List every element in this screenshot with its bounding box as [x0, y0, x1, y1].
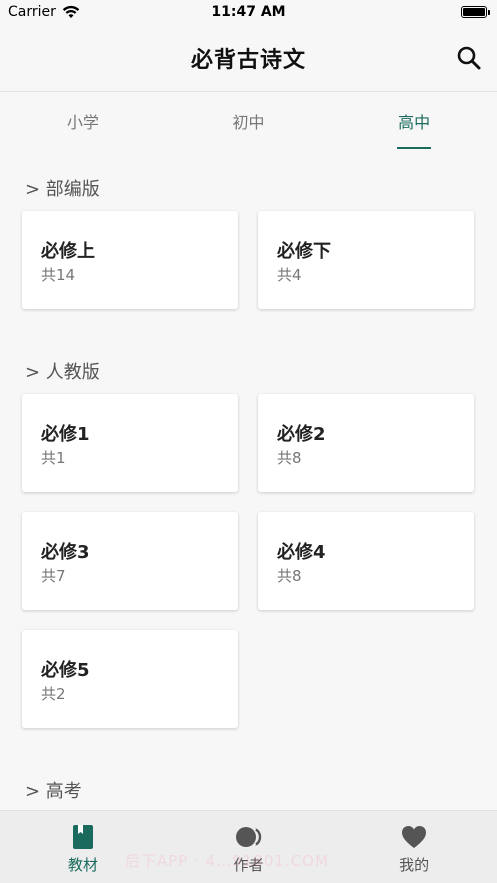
card-bixiu-xia[interactable]: 必修下 共4 — [258, 211, 474, 309]
card-bixiu-5[interactable]: 必修5 共2 — [22, 630, 238, 728]
card-count: 共8 — [277, 449, 302, 467]
tab-label: 教材 — [67, 856, 98, 874]
card-title: 必修3 — [41, 542, 90, 563]
bottom-tab-bar: 教材 作者 我的 — [0, 810, 497, 883]
card-count: 共1 — [41, 449, 66, 467]
page-title: 必背古诗文 — [190, 48, 306, 73]
card-title: 必修上 — [41, 241, 95, 262]
search-icon — [457, 46, 481, 70]
battery-icon — [461, 6, 490, 18]
card-title: 必修2 — [277, 424, 326, 445]
tab-textbook[interactable]: 教材 — [0, 811, 166, 883]
card-bixiu-3[interactable]: 必修3 共7 — [22, 512, 238, 610]
card-title: 必修下 — [277, 241, 331, 262]
status-time: 11:47 AM — [211, 4, 286, 20]
tab-primary[interactable]: 小学 — [0, 93, 166, 149]
card-title: 必修1 — [41, 424, 90, 445]
heart-icon — [402, 826, 427, 848]
card-title: 必修4 — [277, 542, 326, 563]
section-title-bubian: > 部编版 — [25, 179, 100, 200]
card-count: 共8 — [277, 567, 302, 585]
card-bixiu-2[interactable]: 必修2 共8 — [258, 394, 474, 492]
card-bixiu-1[interactable]: 必修1 共1 — [22, 394, 238, 492]
card-title: 必修5 — [41, 660, 90, 681]
tab-label: 作者 — [233, 856, 264, 874]
card-count: 共7 — [41, 567, 66, 585]
card-count: 共4 — [277, 266, 302, 284]
tab-junior[interactable]: 初中 — [166, 93, 332, 149]
tab-mine[interactable]: 我的 — [331, 811, 497, 883]
card-count: 共2 — [41, 685, 66, 703]
status-bar: Carrier 11:47 AM — [0, 0, 497, 26]
tab-senior[interactable]: 高中 — [331, 93, 497, 149]
grade-tabs: 小学 初中 高中 — [0, 93, 497, 149]
section-title-gaokao: > 高考 — [25, 781, 82, 802]
book-icon — [72, 825, 93, 849]
author-icon — [235, 827, 261, 847]
card-bixiu-4[interactable]: 必修4 共8 — [258, 512, 474, 610]
tab-author[interactable]: 作者 — [166, 811, 332, 883]
section-title-renjiao: > 人教版 — [25, 362, 100, 383]
card-count: 共14 — [41, 266, 76, 284]
card-bixiu-shang[interactable]: 必修上 共14 — [22, 211, 238, 309]
content-area: > 部编版 必修上 共14 必修下 共4 > 人教版 必修1 共1 必修2 共8… — [0, 150, 497, 810]
search-button[interactable] — [455, 44, 483, 72]
nav-bar: 必背古诗文 — [0, 26, 497, 92]
tab-label: 我的 — [399, 856, 430, 874]
